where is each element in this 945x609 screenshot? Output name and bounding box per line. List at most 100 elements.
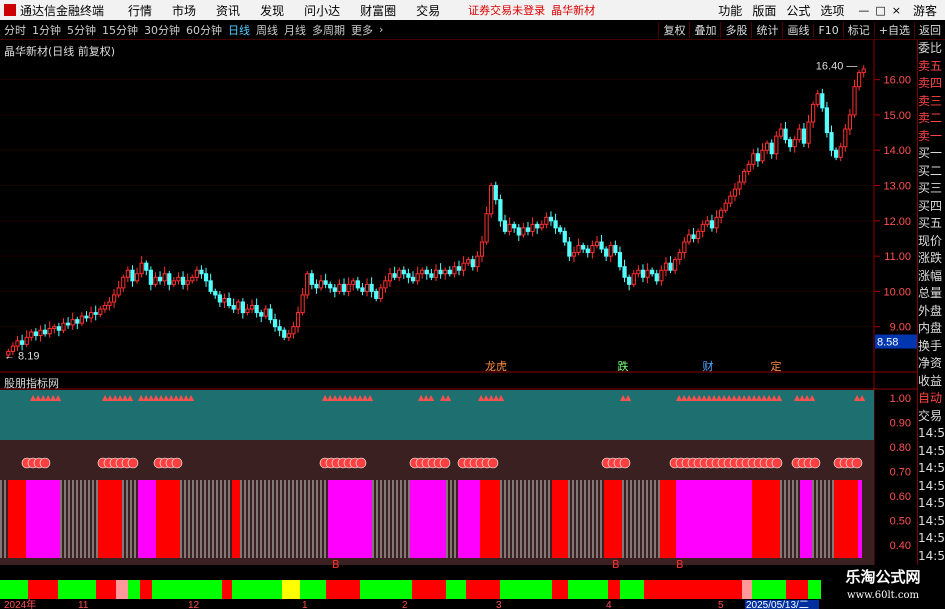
up-arrow-icon: ▲ (55, 393, 62, 402)
up-arrow-icon: ▲ (127, 393, 134, 402)
candle-body (820, 93, 825, 109)
candle-body (300, 294, 305, 314)
period-more[interactable]: 更多 (351, 22, 373, 38)
candle-body (645, 269, 650, 278)
candle-body (199, 269, 204, 275)
tool-back[interactable]: 返回 (914, 22, 945, 38)
side-item: 卖五 (918, 58, 943, 73)
period-5min[interactable]: 5分钟 (67, 22, 96, 38)
candle-body (374, 290, 379, 299)
candle-body (728, 195, 733, 204)
tool-adjust[interactable]: 复权 (658, 22, 689, 38)
tool-overlay[interactable]: 叠加 (689, 22, 720, 38)
candle-body (792, 139, 797, 148)
candle-body (673, 259, 678, 271)
side-item: 14:56 (918, 548, 945, 563)
candle-body (778, 128, 784, 137)
candle-body (213, 290, 218, 296)
period-monthly[interactable]: 月线 (284, 22, 306, 38)
side-item: 内盘 (918, 321, 943, 335)
candle-body (249, 305, 255, 310)
menu-wealth[interactable]: 财富圈 (360, 2, 396, 19)
candle-body (650, 269, 655, 275)
candle-body (553, 220, 558, 229)
tool-stats[interactable]: 统计 (751, 22, 782, 38)
period-daily[interactable]: 日线 (228, 22, 250, 38)
period-15min[interactable]: 15分钟 (102, 22, 138, 38)
event-marker[interactable]: 定 (771, 359, 782, 373)
period-weekly[interactable]: 周线 (256, 22, 278, 38)
side-item: 卖四 (918, 76, 943, 90)
tool-add-watch[interactable]: +自选 (873, 22, 914, 38)
side-item: 卖二 (918, 111, 943, 125)
candle-body (456, 266, 462, 271)
chart-canvas[interactable]: 16.40 — ← 8.19 龙虎 跌 财 定 16.00 15.00 14.00 13.00 1… (0, 40, 917, 609)
period-intraday[interactable]: 分时 (4, 22, 26, 38)
menu-trade[interactable]: 交易 (416, 2, 440, 19)
time-label: 5 (718, 600, 724, 609)
side-item: 买三 (918, 181, 943, 195)
menu-ask[interactable]: 问小达 (304, 2, 340, 19)
tool-f10[interactable]: F10 (813, 23, 842, 37)
signal-bar (660, 480, 676, 558)
period-multi[interactable]: 多周期 (312, 22, 345, 38)
close-button[interactable]: × (892, 4, 901, 17)
candle-body (291, 326, 296, 335)
menu-news[interactable]: 资讯 (216, 2, 240, 19)
candle-body (558, 227, 563, 232)
candle-body (277, 326, 282, 331)
candle-body (659, 269, 664, 282)
candle-body (732, 188, 738, 197)
candle-body (351, 280, 356, 285)
period-60min[interactable]: 60分钟 (186, 22, 222, 38)
time-label: 11 (78, 600, 89, 609)
candle-body (364, 283, 370, 292)
candle-body (180, 276, 186, 285)
candle-body (38, 329, 43, 337)
signal-bar (8, 480, 26, 558)
tool-draw[interactable]: 画线 (782, 22, 813, 38)
candle-body (696, 230, 701, 239)
signal-dot (127, 457, 139, 469)
candle-body (438, 269, 443, 275)
menu-formula[interactable]: 公式 (786, 2, 810, 19)
login-notice[interactable]: 证券交易未登录 (468, 2, 545, 18)
maximize-button[interactable]: □ (875, 4, 885, 17)
candle-body (29, 331, 34, 338)
minimize-button[interactable]: — (858, 4, 869, 17)
candle-body (360, 287, 365, 292)
tool-multi-stock[interactable]: 多股 (720, 22, 751, 38)
candle-body (622, 266, 627, 278)
menu-market[interactable]: 市场 (172, 2, 196, 19)
guest-user[interactable]: 游客 (913, 2, 937, 19)
event-marker[interactable]: 跌 (618, 359, 629, 373)
period-1min[interactable]: 1分钟 (32, 22, 61, 38)
candle-body (447, 269, 452, 275)
high-label: 16.40 — (816, 61, 858, 73)
candle-body (236, 301, 241, 310)
candle-body (489, 185, 494, 215)
signal-dot (487, 457, 499, 469)
time-label: 3 (496, 600, 502, 609)
candle-body (475, 255, 480, 268)
chevron-right-icon[interactable]: › (379, 23, 383, 36)
candle-body (599, 241, 604, 250)
menu-discover[interactable]: 发现 (260, 2, 284, 19)
event-marker[interactable]: 龙虎 (485, 360, 507, 373)
y-tick-label: 14.00 (883, 145, 911, 157)
event-marker[interactable]: 财 (703, 359, 714, 373)
candle-body (746, 163, 751, 172)
y-tick-label: 10.00 (883, 286, 911, 298)
signal-dot (851, 457, 863, 469)
period-30min[interactable]: 30分钟 (144, 22, 180, 38)
menu-function[interactable]: 功能 (718, 2, 742, 19)
menu-layout[interactable]: 版面 (752, 2, 776, 19)
menu-quotes[interactable]: 行情 (128, 2, 152, 19)
menu-options[interactable]: 选项 (820, 2, 844, 19)
candle-body (833, 149, 839, 158)
candle-body (677, 252, 682, 261)
tool-mark[interactable]: 标记 (842, 22, 874, 38)
ind-tick-label: 0.70 (890, 467, 911, 479)
candle-body (323, 280, 328, 285)
candle-body (631, 273, 636, 285)
